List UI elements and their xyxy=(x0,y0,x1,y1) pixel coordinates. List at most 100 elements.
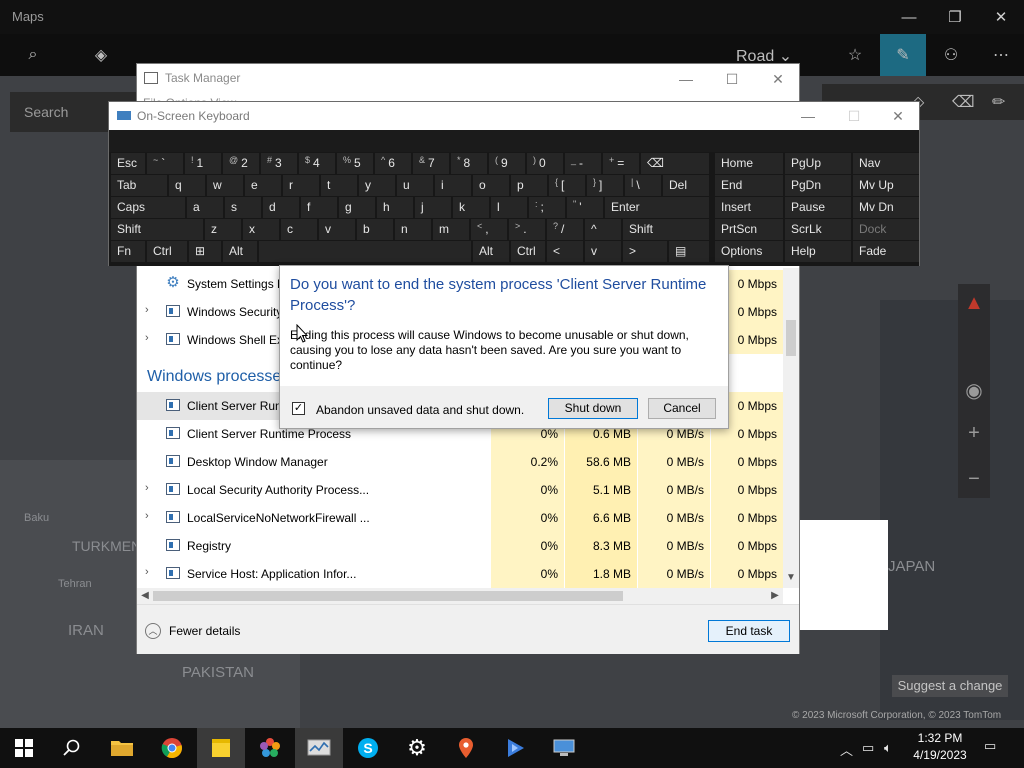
osk-key[interactable]: Caps xyxy=(111,197,185,218)
maps-search-button[interactable]: ⌕ xyxy=(16,38,50,72)
compass-icon[interactable]: ▲ xyxy=(958,292,990,315)
osk-key[interactable]: q xyxy=(169,175,205,196)
osk-minimize-button[interactable]: — xyxy=(785,102,831,130)
osk-nav-key[interactable]: Mv Dn xyxy=(853,197,919,218)
osk-key[interactable]: @2 xyxy=(223,153,259,174)
volume-icon[interactable]: 🔈︎ xyxy=(884,740,892,756)
osk-key[interactable]: > xyxy=(623,241,667,262)
osk-key[interactable]: ⊞ xyxy=(189,241,221,262)
osk-key[interactable]: t xyxy=(321,175,357,196)
osk-key[interactable]: h xyxy=(377,197,413,218)
osk-key[interactable]: Esc xyxy=(111,153,145,174)
osk-nav-key[interactable]: Pause xyxy=(785,197,851,218)
osk-key[interactable]: Alt xyxy=(223,241,257,262)
osk-key[interactable]: <, xyxy=(471,219,507,240)
osk-key[interactable]: >. xyxy=(509,219,545,240)
process-list-hscroll-thumb[interactable] xyxy=(153,591,623,601)
maps-directions-button[interactable]: ◈ xyxy=(84,38,118,72)
osk-key[interactable]: f xyxy=(301,197,337,218)
taskbar-skype[interactable]: S xyxy=(344,728,392,768)
osk-nav-key[interactable]: Nav xyxy=(853,153,919,174)
table-row[interactable]: › Local Security Authority Process... 0% 5.… xyxy=(137,476,799,504)
osk-key[interactable]: k xyxy=(453,197,489,218)
action-center-button[interactable]: ▭ xyxy=(984,738,996,754)
osk-nav-key[interactable]: Options xyxy=(715,241,783,262)
osk-key[interactable]: x xyxy=(243,219,279,240)
expand-chevron-icon[interactable]: › xyxy=(145,332,149,344)
osk-key[interactable]: Del xyxy=(663,175,709,196)
osk-key[interactable]: p xyxy=(511,175,547,196)
maps-account-button[interactable]: ⚇ xyxy=(934,38,968,72)
osk-key[interactable]: y xyxy=(359,175,395,196)
table-row[interactable]: › LocalServiceNoNetworkFirewall ... 0% 6.6 … xyxy=(137,504,799,532)
osk-key[interactable]: c xyxy=(281,219,317,240)
shut-down-button[interactable]: Shut down xyxy=(548,398,638,419)
show-hidden-icons-button[interactable]: ︿ xyxy=(840,740,853,759)
osk-key[interactable]: Tab xyxy=(111,175,167,196)
maps-ink-button[interactable]: ✎ xyxy=(880,34,926,76)
maps-minimize-button[interactable]: — xyxy=(886,0,932,34)
osk-key[interactable]: n xyxy=(395,219,431,240)
osk-key[interactable]: a xyxy=(187,197,223,218)
osk-key[interactable]: b xyxy=(357,219,393,240)
taskbar-search-button[interactable] xyxy=(48,728,96,768)
locate-me-icon[interactable]: ◉ xyxy=(958,378,990,403)
osk-key[interactable]: ^ xyxy=(585,219,621,240)
osk-key[interactable]: {[ xyxy=(549,175,585,196)
table-row[interactable]: Desktop Window Manager 0.2% 58.6 MB 0 MB/s 0… xyxy=(137,448,799,476)
osk-key[interactable]: i xyxy=(435,175,471,196)
taskbar-photos[interactable] xyxy=(246,728,294,768)
taskbar-settings[interactable]: ⚙ xyxy=(393,728,441,768)
osk-key[interactable] xyxy=(259,241,471,262)
osk-key[interactable]: w xyxy=(207,175,243,196)
osk-key[interactable]: :; xyxy=(529,197,565,218)
osk-key[interactable]: v xyxy=(319,219,355,240)
osk-key[interactable]: ~ ` xyxy=(147,153,183,174)
osk-key[interactable]: ) 0 xyxy=(527,153,563,174)
expand-chevron-icon[interactable]: › xyxy=(145,482,149,494)
osk-key[interactable]: ⌫ xyxy=(641,153,709,174)
osk-nav-key[interactable]: End xyxy=(715,175,783,196)
taskbar-file-explorer[interactable] xyxy=(98,728,146,768)
cancel-button[interactable]: Cancel xyxy=(648,398,716,419)
taskbar-clock[interactable]: 1:32 PM 4/19/2023 xyxy=(906,730,974,764)
osk-key[interactable]: Ctrl xyxy=(147,241,187,262)
maps-close-button[interactable]: ✕ xyxy=(978,0,1024,34)
osk-key[interactable]: Enter xyxy=(605,197,709,218)
osk-nav-key[interactable]: Mv Up xyxy=(853,175,919,196)
osk-nav-key[interactable]: PgDn xyxy=(785,175,851,196)
osk-nav-key[interactable]: Fade xyxy=(853,241,919,262)
table-row[interactable]: Registry 0% 8.3 MB 0 MB/s 0 Mbps xyxy=(137,532,799,560)
osk-key[interactable]: ? / xyxy=(547,219,583,240)
osk-nav-key[interactable]: PrtScn xyxy=(715,219,783,240)
osk-key[interactable]: " ' xyxy=(567,197,603,218)
scroll-down-icon[interactable]: ▼ xyxy=(783,570,799,586)
osk-nav-key[interactable]: PgUp xyxy=(785,153,851,174)
osk-key[interactable]: Fn xyxy=(111,241,145,262)
scroll-left-icon[interactable]: ◀ xyxy=(137,588,153,604)
osk-key[interactable]: Shift xyxy=(111,219,203,240)
osk-key[interactable]: ! 1 xyxy=(185,153,221,174)
osk-key[interactable]: (9 xyxy=(489,153,525,174)
osk-nav-key[interactable]: ScrLk xyxy=(785,219,851,240)
abandon-data-checkbox-label[interactable]: Abandon unsaved data and shut down. xyxy=(316,403,524,417)
osk-nav-key[interactable]: Help xyxy=(785,241,851,262)
maps-maximize-button[interactable]: ❐ xyxy=(932,0,978,34)
end-task-button[interactable]: End task xyxy=(708,620,790,642)
zoom-out-icon[interactable]: − xyxy=(958,468,990,491)
expand-chevron-icon[interactable]: › xyxy=(145,566,149,578)
osk-nav-key[interactable]: Insert xyxy=(715,197,783,218)
osk-key[interactable]: e xyxy=(245,175,281,196)
osk-key[interactable]: s xyxy=(225,197,261,218)
expand-chevron-icon[interactable]: › xyxy=(145,304,149,316)
osk-key[interactable]: g xyxy=(339,197,375,218)
process-list-vscroll-thumb[interactable] xyxy=(786,320,796,356)
osk-close-button[interactable]: ✕ xyxy=(875,102,921,130)
osk-key[interactable]: j xyxy=(415,197,451,218)
osk-key[interactable]: v xyxy=(585,241,621,262)
osk-key[interactable]: Ctrl xyxy=(511,241,545,262)
taskbar-maps[interactable] xyxy=(442,728,490,768)
scroll-right-icon[interactable]: ▶ xyxy=(767,588,783,604)
osk-key[interactable]: d xyxy=(263,197,299,218)
osk-key[interactable]: u xyxy=(397,175,433,196)
